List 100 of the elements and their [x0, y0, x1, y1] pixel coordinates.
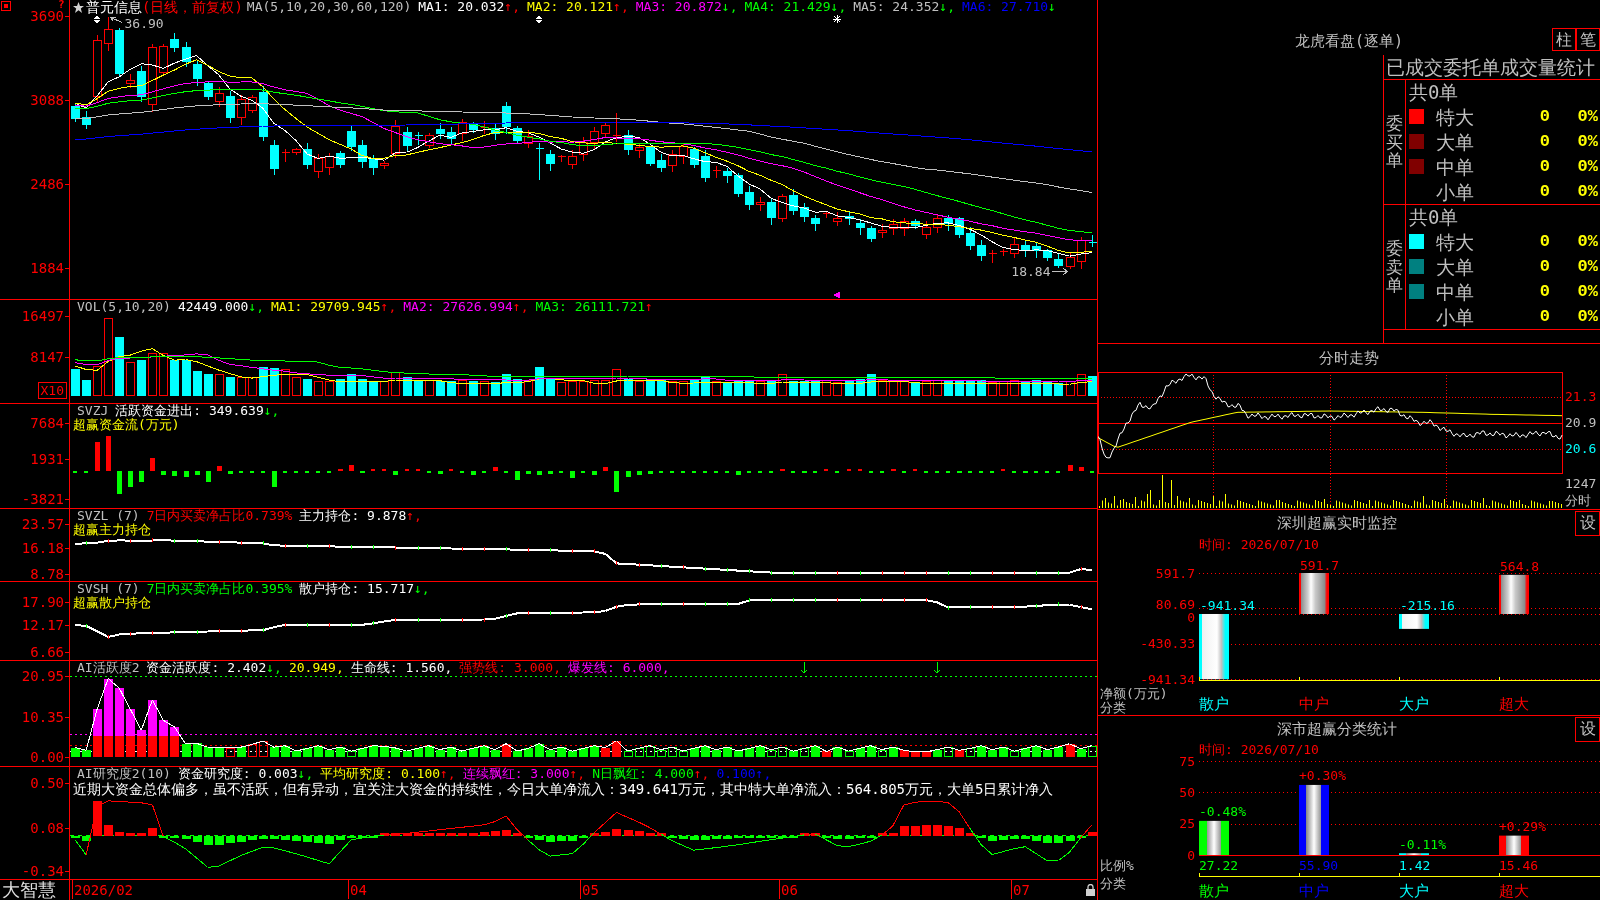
indicator-subtitle: 超赢散户持仓 — [73, 596, 151, 610]
axis-label: 50 — [1179, 784, 1195, 800]
trend-arrow: ↓, — [830, 0, 847, 14]
trend-arrow: ↓, — [248, 300, 265, 314]
triangle-marker-icon — [833, 292, 840, 298]
category-label: 中户 — [1299, 882, 1329, 900]
indicator-subtitle: 超赢资金流(万元) — [73, 418, 180, 432]
order-percent: 0% — [1577, 156, 1598, 177]
order-count: 0 — [1539, 231, 1550, 252]
axis-label: 0.08 — [30, 820, 64, 835]
order-percent: 0% — [1577, 231, 1598, 252]
up-down-marker-icon — [94, 15, 100, 24]
indicator-value: 强势线: 3.000, — [459, 661, 561, 675]
indicator-value: MA1: 20.032 — [418, 0, 505, 14]
order-count: 0 — [1539, 306, 1550, 327]
axis-title: 比例% — [1100, 857, 1134, 873]
help-mark[interactable]: ? — [58, 0, 65, 9]
chart-bar — [1299, 573, 1329, 614]
chart-period: (日线，前复权) — [142, 0, 243, 14]
indicator-value: MA2: 27626.994 — [403, 300, 513, 314]
order-count: 0 — [1539, 106, 1550, 127]
trend-arrow: ↑, — [406, 509, 422, 523]
order-size-label: 大单 — [1436, 255, 1474, 278]
chart-mode-button[interactable]: 笔 — [1576, 28, 1600, 51]
axis-label: 3088 — [30, 93, 64, 108]
axis-label: 0.50 — [30, 776, 64, 790]
axis-label: 0 — [1187, 610, 1195, 626]
date-label: 04 — [350, 882, 367, 898]
lock-icon — [1086, 884, 1095, 896]
order-size-label: 特大 — [1436, 230, 1474, 253]
price-axis-label: 20.6 — [1565, 442, 1597, 456]
axis-title: 净额(万元) — [1100, 685, 1168, 701]
order-size-label: 中单 — [1436, 280, 1474, 303]
trend-arrow: ↑, — [569, 767, 586, 781]
value-label: 15.46 — [1499, 857, 1539, 873]
chart-bar — [1199, 614, 1229, 680]
down-arrow-icon — [800, 661, 808, 674]
order-percent: 0% — [1577, 306, 1598, 327]
category-label: 散户 — [1199, 695, 1229, 713]
axis-label: 591.7 — [1155, 565, 1195, 581]
price-label: 36.90 — [124, 16, 164, 31]
order-total: 共0单 — [1409, 80, 1459, 104]
trend-arrow: ↑, — [380, 300, 397, 314]
settings-button[interactable]: 设 — [1575, 716, 1600, 742]
trend-arrow: ↓, — [939, 0, 955, 14]
order-count: 0 — [1539, 256, 1550, 277]
axis-label: 23.57 — [21, 516, 64, 531]
indicator-value: MA3: 20.872 — [635, 0, 722, 14]
indicator-name: SVZJ — [77, 404, 109, 418]
date-label: 06 — [781, 882, 798, 898]
trend-arrow: ↓ — [1048, 0, 1056, 14]
order-percent: 0% — [1577, 181, 1598, 202]
order-size-label: 小单 — [1436, 305, 1474, 328]
panel-title: 深圳超赢实时监控 — [1276, 514, 1397, 532]
indicator-name: VOL(5,10,20) — [77, 300, 171, 314]
order-size-label: 小单 — [1436, 180, 1474, 203]
axis-label: 12.17 — [21, 618, 64, 633]
axis-label: 6.66 — [30, 645, 64, 659]
data-label: -941.34 — [1200, 598, 1255, 614]
trend-arrow: ↓, — [263, 404, 280, 418]
order-size-label: 中单 — [1436, 155, 1474, 178]
indicator-value: MA6: 27.710 — [962, 0, 1049, 14]
data-label: 591.7 — [1300, 557, 1340, 573]
stock-name: 普元信息 — [86, 0, 142, 14]
indicator-value: 7日内买卖净占比0.395% — [146, 582, 293, 596]
axis-label: 2486 — [30, 177, 64, 192]
volume-axis-label: 1247 — [1565, 477, 1597, 491]
order-size-label: 特大 — [1436, 105, 1474, 128]
order-total: 共0单 — [1409, 205, 1459, 229]
settings-button[interactable]: 设 — [1575, 510, 1600, 536]
change-label: -0.48% — [1199, 804, 1246, 820]
axis-label: 8.78 — [30, 567, 64, 581]
timestamp-label: 时间: 2026/07/10 — [1199, 536, 1319, 552]
star-icon — [73, 1, 84, 13]
trend-arrow: ↓, — [297, 767, 314, 781]
indicator-value: MA3: 26111.721 — [535, 300, 646, 314]
price-label: 18.84 — [1011, 264, 1051, 279]
trend-arrow: ↑ — [645, 300, 653, 314]
change-label: +0.30% — [1299, 768, 1346, 784]
chart-mode-button[interactable]: 柱 — [1552, 28, 1576, 51]
indicator-value: 20.949, — [288, 661, 344, 675]
indicator-value: 爆发线: 6.000, — [568, 661, 670, 675]
date-label: 07 — [1013, 882, 1030, 898]
up-down-marker-icon — [536, 15, 542, 24]
axis-label: 80.69 — [1155, 597, 1195, 613]
indicator-value: MA5: 24.352 — [853, 0, 940, 14]
axis-label: -430.33 — [1140, 636, 1195, 652]
order-size-label: 大单 — [1436, 130, 1474, 153]
price-axis-label: 21.3 — [1565, 390, 1597, 404]
value-label: 55.90 — [1299, 857, 1339, 873]
side-label: 委买单 — [1386, 113, 1403, 171]
panel-title: 深市超赢分类统计 — [1276, 720, 1397, 738]
order-count: 0 — [1539, 156, 1550, 177]
indicator-value: 平均研究度: 0.100 — [320, 767, 441, 781]
indicator-subtitle: 超赢主力持仓 — [73, 523, 151, 537]
axis-title: 分类 — [1100, 699, 1126, 715]
axis-label: 0 — [1187, 847, 1195, 863]
change-label: +0.29% — [1499, 819, 1546, 835]
table-title: 已成交委托单成交量统计 — [1384, 55, 1600, 80]
data-label: 564.8 — [1500, 559, 1540, 575]
